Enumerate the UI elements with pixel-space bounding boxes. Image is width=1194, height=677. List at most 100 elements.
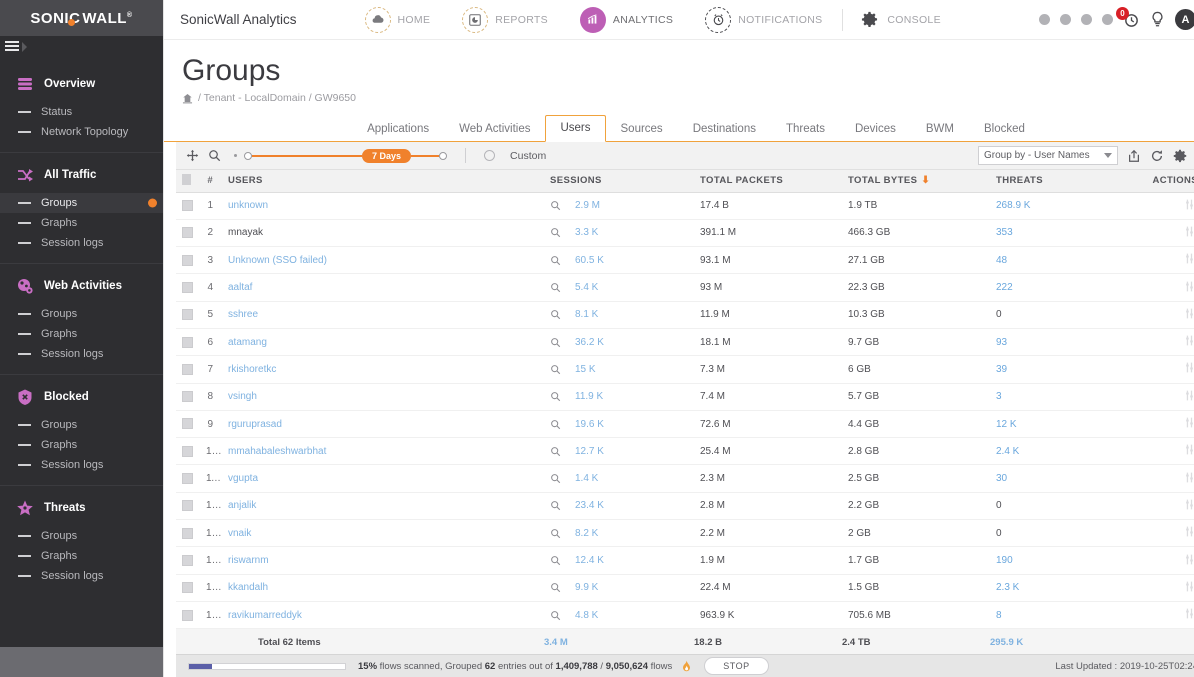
row-user[interactable]: rkishoretkc [222, 356, 544, 383]
custom-range-radio[interactable] [484, 150, 495, 161]
header-sessions[interactable]: SESSIONS [544, 170, 694, 192]
header-select-all[interactable] [176, 170, 200, 192]
sidebar-item-web-activities[interactable]: Web Activities [0, 268, 163, 304]
table-row[interactable]: 12anjalik23.4 K2.8 M2.2 GB0 [176, 492, 1194, 519]
row-sessions[interactable]: 5.4 K [544, 274, 694, 301]
row-checkbox[interactable] [182, 446, 193, 457]
row-checkbox[interactable] [182, 337, 193, 348]
header-index[interactable]: # [200, 170, 222, 192]
row-actions[interactable] [1138, 247, 1194, 274]
row-user[interactable]: unknown [222, 192, 544, 219]
row-checkbox[interactable] [182, 473, 193, 484]
row-search-icon[interactable] [550, 227, 561, 238]
row-sessions[interactable]: 1.4 K [544, 465, 694, 492]
row-checkbox[interactable] [182, 500, 193, 511]
row-actions[interactable] [1138, 274, 1194, 301]
row-sessions[interactable]: 2.9 M [544, 192, 694, 219]
export-button[interactable] [1127, 149, 1141, 163]
status-dot-icon-1[interactable] [1039, 14, 1050, 25]
table-row[interactable]: 1unknown2.9 M17.4 B1.9 TB268.9 K [176, 192, 1194, 219]
row-sessions[interactable]: 23.4 K [544, 492, 694, 519]
row-checkbox-cell[interactable] [176, 547, 200, 574]
row-user[interactable]: Unknown (SSO failed) [222, 247, 544, 274]
header-total-bytes[interactable]: TOTAL BYTES⬇ [842, 170, 990, 192]
row-threats[interactable]: 8 [990, 601, 1138, 628]
row-search-icon[interactable] [550, 309, 561, 320]
row-threats[interactable]: 2.4 K [990, 438, 1138, 465]
table-row[interactable]: 13vnaik8.2 K2.2 M2 GB0 [176, 520, 1194, 547]
row-actions[interactable] [1138, 520, 1194, 547]
tab-blocked[interactable]: Blocked [969, 116, 1040, 142]
row-threats[interactable]: 3 [990, 383, 1138, 410]
row-actions[interactable] [1138, 492, 1194, 519]
filter-sliders-icon[interactable] [1185, 525, 1194, 538]
row-actions[interactable] [1138, 547, 1194, 574]
row-checkbox[interactable] [182, 418, 193, 429]
sidebar-item-network-topology[interactable]: Network Topology [0, 122, 163, 142]
row-checkbox-cell[interactable] [176, 410, 200, 437]
row-search-icon[interactable] [550, 610, 561, 621]
table-row[interactable]: 4aaltaf5.4 K93 M22.3 GB222 [176, 274, 1194, 301]
topnav-analytics[interactable]: ANALYTICS [564, 0, 689, 40]
filter-sliders-icon[interactable] [1185, 607, 1194, 620]
row-checkbox[interactable] [182, 528, 193, 539]
row-search-icon[interactable] [550, 337, 561, 348]
row-threats[interactable]: 222 [990, 274, 1138, 301]
row-actions[interactable] [1138, 219, 1194, 246]
row-user[interactable]: atamang [222, 328, 544, 355]
row-search-icon[interactable] [550, 255, 561, 266]
status-dot-icon-3[interactable] [1081, 14, 1092, 25]
filter-sliders-icon[interactable] [1185, 252, 1194, 265]
table-row[interactable]: 8vsingh11.9 K7.4 M5.7 GB3 [176, 383, 1194, 410]
table-row[interactable]: 9rguruprasad19.6 K72.6 M4.4 GB12 K [176, 410, 1194, 437]
row-actions[interactable] [1138, 301, 1194, 328]
sidebar-item-blocked[interactable]: Blocked [0, 379, 163, 415]
slider-handle-end[interactable] [439, 152, 447, 160]
tab-sources[interactable]: Sources [606, 116, 678, 142]
topnav-console[interactable]: CONSOLE [847, 0, 956, 40]
filter-sliders-icon[interactable] [1185, 198, 1194, 211]
search-icon[interactable] [208, 149, 221, 162]
row-checkbox-cell[interactable] [176, 301, 200, 328]
sidebar-item-threats-session-logs[interactable]: Session logs [0, 566, 163, 586]
sidebar-item-web-activities-session-logs[interactable]: Session logs [0, 344, 163, 364]
row-threats[interactable]: 30 [990, 465, 1138, 492]
row-checkbox-cell[interactable] [176, 328, 200, 355]
table-row[interactable]: 10mmahabaleshwarbhat12.7 K25.4 M2.8 GB2.… [176, 438, 1194, 465]
row-threats[interactable]: 39 [990, 356, 1138, 383]
filter-sliders-icon[interactable] [1185, 361, 1194, 374]
row-threats[interactable]: 93 [990, 328, 1138, 355]
sidebar-item-threats-groups[interactable]: Groups [0, 526, 163, 546]
row-checkbox[interactable] [182, 227, 193, 238]
slider-handle-start[interactable] [244, 152, 252, 160]
row-user[interactable]: mnayak [222, 219, 544, 246]
table-row[interactable]: 5sshree8.1 K11.9 M10.3 GB0 [176, 301, 1194, 328]
row-threats[interactable]: 353 [990, 219, 1138, 246]
filter-sliders-icon[interactable] [1185, 225, 1194, 238]
row-actions[interactable] [1138, 356, 1194, 383]
status-dot-icon-2[interactable] [1060, 14, 1071, 25]
header-users[interactable]: USERS [222, 170, 544, 192]
group-by-select[interactable]: Group by - User Names [978, 146, 1118, 165]
sidebar-item-blocked-graphs[interactable]: Graphs [0, 435, 163, 455]
sidebar-item-threats[interactable]: Threats [0, 490, 163, 526]
row-sessions[interactable]: 8.1 K [544, 301, 694, 328]
stop-button[interactable]: STOP [704, 657, 768, 675]
time-range-pill[interactable]: 7 Days [362, 149, 411, 163]
row-user[interactable]: sshree [222, 301, 544, 328]
filter-sliders-icon[interactable] [1185, 443, 1194, 456]
move-crosshair-icon[interactable] [186, 149, 199, 162]
row-checkbox-cell[interactable] [176, 601, 200, 628]
sidebar-item-all-traffic-session-logs[interactable]: Session logs [0, 233, 163, 253]
row-checkbox[interactable] [182, 582, 193, 593]
row-search-icon[interactable] [550, 419, 561, 430]
row-user[interactable]: anjalik [222, 492, 544, 519]
alert-clock-button[interactable]: 0 [1123, 11, 1140, 28]
row-checkbox[interactable] [182, 610, 193, 621]
table-row[interactable]: 11vgupta1.4 K2.3 M2.5 GB30 [176, 465, 1194, 492]
sidebar-item-all-traffic[interactable]: All Traffic [0, 157, 163, 193]
lightbulb-icon[interactable] [1150, 11, 1165, 28]
row-actions[interactable] [1138, 574, 1194, 601]
row-checkbox-cell[interactable] [176, 520, 200, 547]
filter-sliders-icon[interactable] [1185, 389, 1194, 402]
